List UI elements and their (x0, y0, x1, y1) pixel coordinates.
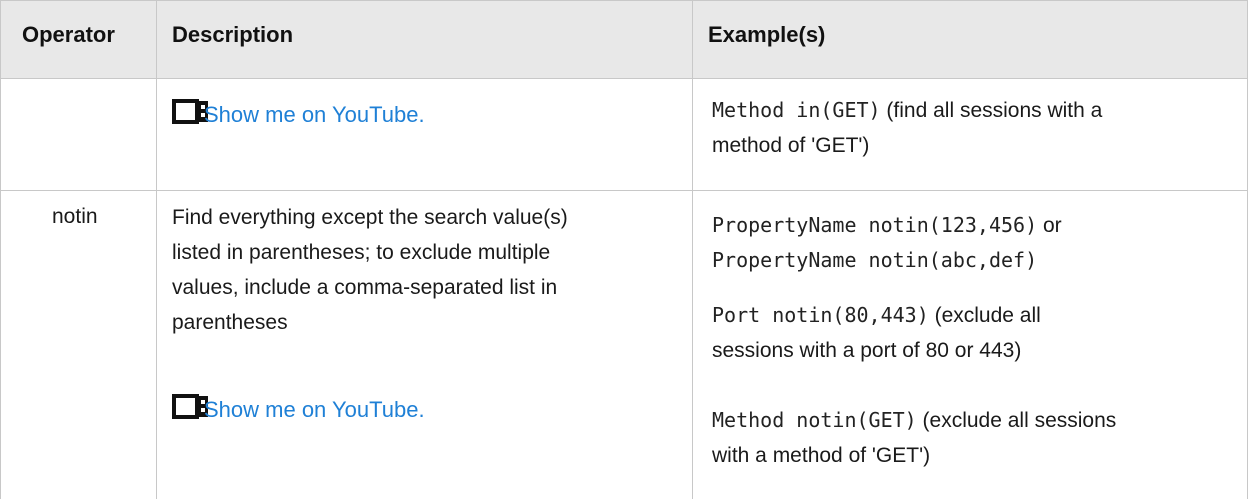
description-line: Find everything except the search value(… (172, 206, 568, 229)
example-text: (exclude all sessions (916, 409, 1117, 432)
example-text: or (1037, 214, 1062, 237)
example-text: (exclude all (928, 304, 1041, 327)
column-divider-2 (692, 0, 693, 499)
description-line: values, include a comma-separated list i… (172, 276, 558, 299)
table-border-left (0, 0, 1, 499)
example-code: Port notin(80,443) (712, 303, 929, 327)
table-border-top (0, 0, 1248, 1)
header-examples: Example(s) (708, 22, 826, 47)
example-cell: Method in(GET) (find all sessions with a… (712, 93, 1232, 163)
example-text: (find all sessions with a (880, 99, 1103, 122)
example-text-continued: sessions with a port of 80 or 443) (712, 339, 1022, 362)
example-cell: PropertyName notin(123,456) or PropertyN… (712, 208, 1232, 278)
description-line: parentheses (172, 311, 288, 334)
show-me-youtube-link[interactable]: Show me on YouTube. (204, 102, 425, 128)
example-cell: Port notin(80,443) (exclude all sessions… (712, 298, 1232, 368)
operator-cell: notin (52, 205, 98, 228)
example-text-continued: with a method of 'GET') (712, 444, 931, 467)
example-text-continued: method of 'GET') (712, 134, 870, 157)
description-cell: Find everything except the search value(… (172, 200, 682, 340)
header-operator: Operator (22, 22, 115, 47)
header-description: Description (172, 22, 294, 47)
show-me-youtube-link[interactable]: Show me on YouTube. (204, 397, 425, 423)
column-divider-1 (156, 0, 157, 499)
example-code: PropertyName notin(abc,def) (712, 248, 1038, 272)
header-divider (0, 78, 1248, 79)
example-cell: Method notin(GET) (exclude all sessions … (712, 403, 1232, 473)
row-divider (0, 190, 1248, 191)
operator-table: Operator Description Example(s) Show me … (0, 0, 1248, 499)
example-code: Method in(GET) (712, 98, 881, 122)
example-code: PropertyName notin(123,456) (712, 213, 1038, 237)
example-code: Method notin(GET) (712, 408, 917, 432)
description-line: listed in parentheses; to exclude multip… (172, 241, 551, 264)
